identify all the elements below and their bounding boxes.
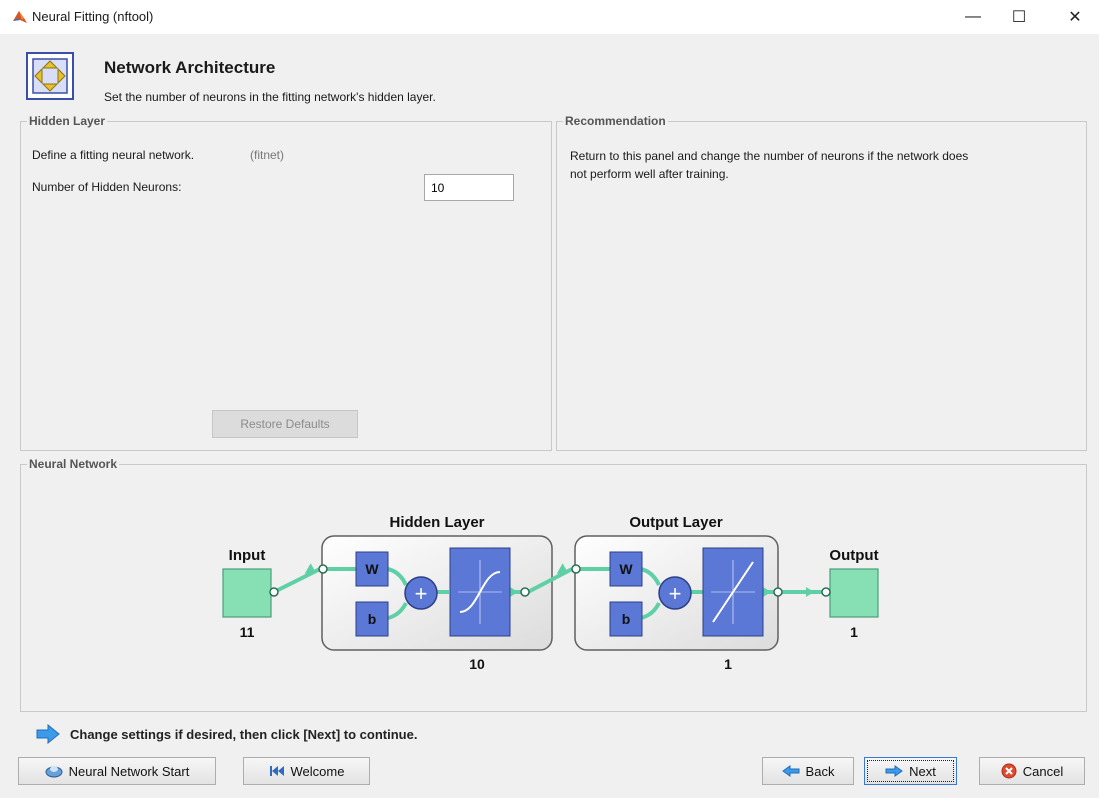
minimize-button[interactable]: — (950, 0, 996, 34)
neural-network-start-button[interactable]: Neural Network Start (18, 757, 216, 785)
cancel-icon (1001, 763, 1017, 779)
hidden-neurons-input[interactable] (424, 174, 514, 201)
welcome-button[interactable]: Welcome (243, 757, 370, 785)
hidden-neurons-label: Number of Hidden Neurons: (32, 180, 182, 194)
define-network-text: Define a fitting neural network. (32, 148, 195, 162)
hidden-layer-legend: Hidden Layer (27, 114, 108, 128)
instruction-hint: Change settings if desired, then click [… (70, 727, 418, 742)
window-title: Neural Fitting (nftool) (32, 9, 154, 24)
recommendation-line-2: not perform well after training. (570, 167, 729, 181)
page-header: Network Architecture Set the number of n… (0, 34, 1099, 118)
recommendation-line-1: Return to this panel and change the numb… (570, 149, 969, 163)
hidden-layer-panel: Hidden Layer Define a fitting neural net… (20, 114, 552, 451)
network-architecture-icon (26, 52, 74, 100)
next-button[interactable]: Next (864, 757, 957, 785)
page-subtitle: Set the number of neurons in the fitting… (104, 90, 436, 104)
next-label: Next (909, 763, 936, 779)
arrow-right-icon (36, 724, 60, 744)
welcome-label: Welcome (290, 763, 345, 779)
recommendation-legend: Recommendation (563, 114, 668, 128)
cancel-label: Cancel (1022, 763, 1064, 779)
back-button[interactable]: Back (762, 757, 854, 785)
recommendation-panel: Recommendation Return to this panel and … (556, 114, 1087, 451)
arrow-left-icon (781, 765, 800, 777)
network-start-icon (45, 766, 63, 778)
restore-defaults-button[interactable]: Restore Defaults (212, 410, 358, 438)
back-label: Back (805, 763, 835, 779)
neural-network-legend: Neural Network (27, 457, 120, 471)
cancel-button[interactable]: Cancel (979, 757, 1085, 785)
fitnet-note: (fitnet) (250, 148, 285, 162)
neural-network-panel: Neural Network (20, 457, 1087, 712)
matlab-logo-icon (13, 11, 27, 23)
title-bar: Neural Fitting (nftool) — ☐ ✕ (0, 0, 1099, 34)
rewind-icon (269, 766, 284, 776)
close-window-button[interactable]: ✕ (1052, 0, 1098, 34)
neural-network-start-label: Neural Network Start (68, 763, 190, 779)
arrow-right-icon (885, 765, 903, 777)
page-title: Network Architecture (104, 58, 276, 77)
maximize-button[interactable]: ☐ (996, 0, 1042, 34)
